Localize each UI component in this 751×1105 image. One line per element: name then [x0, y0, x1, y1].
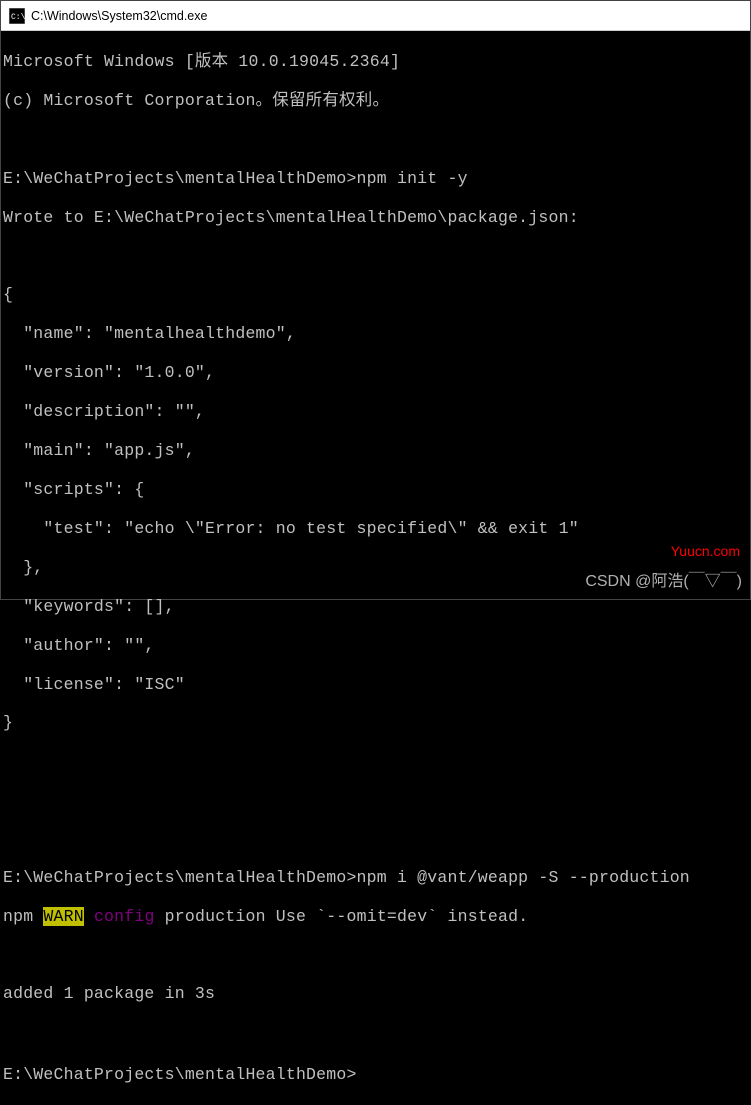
output-line: "author": "", [3, 636, 748, 655]
warn-prefix: npm [3, 907, 43, 926]
output-line [3, 829, 748, 848]
warn-line: npm WARN config production Use `--omit=d… [3, 907, 748, 926]
output-line [3, 946, 748, 965]
output-line: "scripts": { [3, 480, 748, 499]
output-line: (c) Microsoft Corporation。保留所有权利。 [3, 91, 748, 110]
output-line [3, 752, 748, 771]
output-line: "test": "echo \"Error: no test specified… [3, 519, 748, 538]
prompt-path: E:\WeChatProjects\mentalHealthDemo> [3, 1065, 357, 1084]
output-line [3, 130, 748, 149]
cmd-icon: C:\ [9, 8, 25, 24]
prompt-command-line: E:\WeChatProjects\mentalHealthDemo>npm i… [3, 868, 748, 887]
output-line: "name": "mentalhealthdemo", [3, 324, 748, 343]
watermark-site: Yuucn.com [671, 543, 740, 559]
warn-space [84, 907, 94, 926]
window-titlebar[interactable]: C:\ C:\Windows\System32\cmd.exe [1, 1, 750, 31]
output-line: added 1 package in 3s [3, 984, 748, 1003]
output-line [3, 247, 748, 266]
output-line: } [3, 713, 748, 732]
output-line: "license": "ISC" [3, 675, 748, 694]
prompt-line: E:\WeChatProjects\mentalHealthDemo> [3, 1062, 748, 1084]
output-line: Microsoft Windows [版本 10.0.19045.2364] [3, 52, 748, 71]
output-line [3, 791, 748, 810]
cursor [357, 1062, 366, 1079]
output-line [3, 1023, 748, 1042]
output-line: "description": "", [3, 402, 748, 421]
output-line: Wrote to E:\WeChatProjects\mentalHealthD… [3, 208, 748, 227]
watermark-author: CSDN @阿浩(￣▽￣) [585, 567, 742, 591]
config-label: config [94, 907, 155, 926]
window-title: C:\Windows\System32\cmd.exe [31, 9, 207, 23]
output-line: "main": "app.js", [3, 441, 748, 460]
warn-badge: WARN [43, 907, 83, 926]
output-line: "version": "1.0.0", [3, 363, 748, 382]
svg-text:C:\: C:\ [11, 13, 25, 22]
prompt-command-line: E:\WeChatProjects\mentalHealthDemo>npm i… [3, 169, 748, 188]
warn-message: production Use `--omit=dev` instead. [155, 907, 529, 926]
output-line: { [3, 285, 748, 304]
